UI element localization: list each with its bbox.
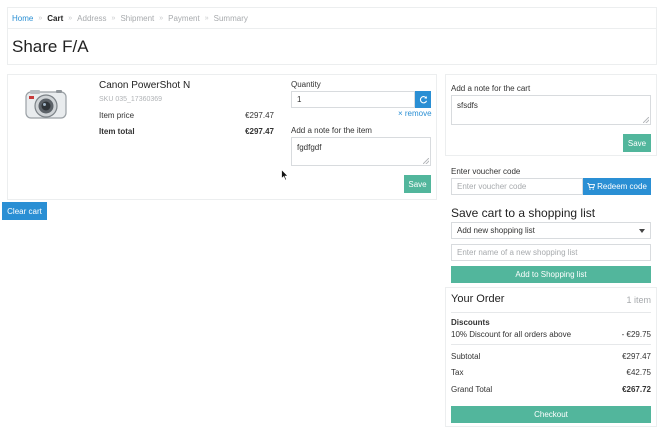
- shopping-list-select[interactable]: Add new shopping list: [451, 222, 651, 239]
- grand-total-label: Grand Total: [451, 385, 493, 394]
- save-item-note-button[interactable]: Save: [404, 175, 431, 193]
- item-price-value: €297.47: [245, 111, 274, 120]
- item-price-label: Item price: [99, 111, 135, 120]
- discount-name: 10% Discount for all orders above: [451, 330, 572, 339]
- product-name[interactable]: Canon PowerShot N: [99, 80, 190, 91]
- redeem-code-button[interactable]: Redeem code: [583, 178, 651, 195]
- breadcrumb-payment: Payment: [168, 13, 200, 23]
- cart-note-label: Add a note for the cart: [451, 84, 531, 93]
- page-title: Share F/A: [12, 37, 89, 56]
- order-title: Your Order: [451, 293, 505, 305]
- item-note-textarea[interactable]: fgdfgdf: [291, 137, 431, 166]
- breadcrumb-shipment: Shipment: [120, 13, 155, 23]
- breadcrumb-separator: »: [68, 14, 73, 22]
- item-total-label: Item total: [99, 127, 135, 136]
- item-note-value: fgdfgdf: [297, 143, 322, 152]
- shopping-list-name-input[interactable]: Enter name of a new shopping list: [451, 244, 651, 261]
- cart-note-textarea[interactable]: sfsdfs: [451, 95, 651, 125]
- quantity-label: Quantity: [291, 80, 321, 89]
- breadcrumb-summary: Summary: [213, 13, 248, 23]
- tax-label: Tax: [451, 368, 464, 377]
- breadcrumb-separator: »: [38, 14, 43, 22]
- discount-value: - €29.75: [621, 330, 651, 339]
- update-quantity-button[interactable]: [415, 91, 431, 108]
- shopping-list-select-value: Add new shopping list: [457, 226, 535, 235]
- product-image[interactable]: [22, 84, 70, 124]
- breadcrumb-separator: »: [111, 14, 116, 22]
- redeem-code-label: Redeem code: [597, 182, 647, 191]
- subtotal-value: €297.47: [622, 352, 651, 361]
- resize-grip-icon[interactable]: [423, 158, 429, 164]
- breadcrumb-separator: »: [204, 14, 209, 22]
- product-sku: SKU 035_17360369: [99, 96, 163, 103]
- save-cart-note-button[interactable]: Save: [623, 134, 651, 152]
- remove-item-link[interactable]: × remove: [398, 109, 432, 118]
- clear-cart-button[interactable]: Clear cart: [2, 202, 47, 220]
- voucher-label: Enter voucher code: [451, 167, 521, 176]
- quantity-input[interactable]: 1: [291, 91, 415, 108]
- divider: [451, 312, 651, 313]
- tax-value: €42.75: [626, 368, 651, 377]
- item-note-label: Add a note for the item: [291, 126, 372, 135]
- discounts-label: Discounts: [451, 318, 490, 327]
- checkout-button[interactable]: Checkout: [451, 406, 651, 423]
- chevron-down-icon: [639, 228, 645, 233]
- cart-icon: [587, 183, 596, 190]
- breadcrumb: Home » Cart » Address » Shipment » Payme…: [7, 7, 657, 29]
- breadcrumb-address: Address: [77, 13, 107, 23]
- breadcrumb-home[interactable]: Home: [12, 14, 33, 23]
- resize-grip-icon[interactable]: [643, 117, 649, 123]
- voucher-input[interactable]: Enter voucher code: [451, 178, 583, 195]
- cart-note-value: sfsdfs: [457, 101, 478, 110]
- divider: [451, 344, 651, 345]
- grand-total-value: €267.72: [622, 385, 651, 394]
- add-to-shopping-list-button[interactable]: Add to Shopping list: [451, 266, 651, 283]
- breadcrumb-separator: »: [159, 14, 164, 22]
- cursor-icon: [281, 169, 289, 181]
- item-total-value: €297.47: [245, 127, 274, 136]
- order-item-count: 1 item: [626, 295, 651, 305]
- subtotal-label: Subtotal: [451, 352, 481, 361]
- refresh-icon: [419, 96, 427, 104]
- page-title-panel: [7, 29, 657, 65]
- shopping-list-title: Save cart to a shopping list: [451, 206, 596, 220]
- breadcrumb-cart: Cart: [47, 13, 64, 23]
